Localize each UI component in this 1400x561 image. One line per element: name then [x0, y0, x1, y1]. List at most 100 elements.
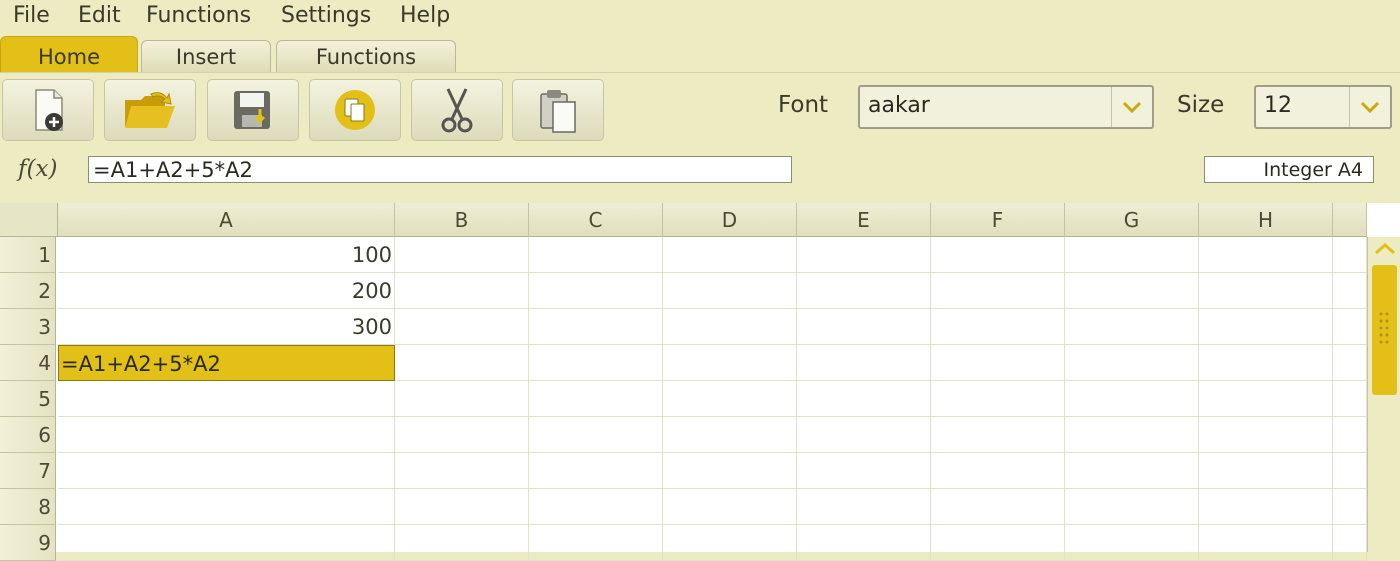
cell-h4[interactable]	[1199, 345, 1333, 381]
cell-g5[interactable]	[1065, 381, 1199, 417]
menu-edit[interactable]: Edit	[78, 2, 121, 30]
cell-c2[interactable]	[529, 273, 663, 309]
cell-c4[interactable]	[529, 345, 663, 381]
cell-a7[interactable]	[58, 453, 395, 489]
save-button[interactable]	[207, 79, 299, 141]
cell-f1[interactable]	[931, 237, 1065, 273]
select-all-corner[interactable]	[0, 203, 58, 237]
chevron-down-icon[interactable]	[1111, 87, 1152, 127]
cell-d5[interactable]	[663, 381, 797, 417]
cell-b8[interactable]	[395, 489, 529, 525]
column-header-g[interactable]: G	[1065, 203, 1199, 237]
scroll-up-icon[interactable]	[1373, 241, 1397, 257]
row-header-6[interactable]: 6	[0, 417, 56, 453]
cell-g8[interactable]	[1065, 489, 1199, 525]
cell-g6[interactable]	[1065, 417, 1199, 453]
cell-d2[interactable]	[663, 273, 797, 309]
column-header-h[interactable]: H	[1199, 203, 1333, 237]
cell-partial[interactable]	[1333, 309, 1367, 345]
column-header-c[interactable]: C	[529, 203, 663, 237]
cell-c7[interactable]	[529, 453, 663, 489]
cell-a4[interactable]: =A1+A2+5*A2	[58, 345, 395, 381]
cell-partial[interactable]	[1333, 345, 1367, 381]
cell-e9[interactable]	[797, 525, 931, 561]
cell-h8[interactable]	[1199, 489, 1333, 525]
cut-button[interactable]	[411, 79, 503, 141]
cell-h1[interactable]	[1199, 237, 1333, 273]
chevron-down-icon[interactable]	[1349, 87, 1390, 127]
cell-f6[interactable]	[931, 417, 1065, 453]
cell-e8[interactable]	[797, 489, 931, 525]
row-header-9[interactable]: 9	[0, 525, 56, 561]
cell-g9[interactable]	[1065, 525, 1199, 561]
cell-e4[interactable]	[797, 345, 931, 381]
menu-functions[interactable]: Functions	[146, 2, 251, 30]
cell-partial[interactable]	[1333, 273, 1367, 309]
cell-f4[interactable]	[931, 345, 1065, 381]
cell-partial[interactable]	[1333, 453, 1367, 489]
cell-b7[interactable]	[395, 453, 529, 489]
cell-g7[interactable]	[1065, 453, 1199, 489]
column-header-f[interactable]: F	[931, 203, 1065, 237]
cell-e5[interactable]	[797, 381, 931, 417]
vertical-scrollbar[interactable]	[1367, 237, 1400, 552]
cell-a6[interactable]	[58, 417, 395, 453]
new-document-button[interactable]	[2, 79, 94, 141]
cell-d1[interactable]	[663, 237, 797, 273]
row-header-3[interactable]: 3	[0, 309, 56, 345]
cell-e2[interactable]	[797, 273, 931, 309]
cell-partial[interactable]	[1333, 489, 1367, 525]
cell-b5[interactable]	[395, 381, 529, 417]
cell-partial[interactable]	[1333, 237, 1367, 273]
cell-b3[interactable]	[395, 309, 529, 345]
menu-help[interactable]: Help	[400, 2, 450, 30]
scrollbar-thumb[interactable]	[1372, 265, 1397, 395]
cell-e3[interactable]	[797, 309, 931, 345]
cell-c5[interactable]	[529, 381, 663, 417]
cell-partial[interactable]	[1333, 381, 1367, 417]
cell-f5[interactable]	[931, 381, 1065, 417]
cell-f7[interactable]	[931, 453, 1065, 489]
formula-input[interactable]: =A1+A2+5*A2	[88, 156, 792, 183]
cell-c6[interactable]	[529, 417, 663, 453]
cell-h6[interactable]	[1199, 417, 1333, 453]
cell-d6[interactable]	[663, 417, 797, 453]
column-header-e[interactable]: E	[797, 203, 931, 237]
font-select[interactable]: aakar	[858, 85, 1154, 129]
cell-c9[interactable]	[529, 525, 663, 561]
cell-a8[interactable]	[58, 489, 395, 525]
cell-c8[interactable]	[529, 489, 663, 525]
cell-g4[interactable]	[1065, 345, 1199, 381]
cell-h7[interactable]	[1199, 453, 1333, 489]
row-header-2[interactable]: 2	[0, 273, 56, 309]
cell-a5[interactable]	[58, 381, 395, 417]
row-header-8[interactable]: 8	[0, 489, 56, 525]
cell-h9[interactable]	[1199, 525, 1333, 561]
cell-d3[interactable]	[663, 309, 797, 345]
tab-insert[interactable]: Insert	[141, 40, 271, 73]
cell-e1[interactable]	[797, 237, 931, 273]
cell-b4[interactable]	[395, 345, 529, 381]
cell-h3[interactable]	[1199, 309, 1333, 345]
cell-partial[interactable]	[1333, 417, 1367, 453]
cell-a2[interactable]: 200	[58, 273, 395, 309]
cell-g2[interactable]	[1065, 273, 1199, 309]
cell-c1[interactable]	[529, 237, 663, 273]
cell-b6[interactable]	[395, 417, 529, 453]
cell-d8[interactable]	[663, 489, 797, 525]
cell-f3[interactable]	[931, 309, 1065, 345]
cell-f2[interactable]	[931, 273, 1065, 309]
row-header-7[interactable]: 7	[0, 453, 56, 489]
column-header-a[interactable]: A	[58, 203, 395, 237]
cell-e7[interactable]	[797, 453, 931, 489]
menu-settings[interactable]: Settings	[281, 2, 371, 30]
cell-a9[interactable]	[58, 525, 395, 561]
column-header-b[interactable]: B	[395, 203, 529, 237]
cell-d7[interactable]	[663, 453, 797, 489]
cell-d4[interactable]	[663, 345, 797, 381]
tab-home[interactable]: Home	[0, 36, 138, 73]
cell-e6[interactable]	[797, 417, 931, 453]
size-select[interactable]: 12	[1254, 85, 1392, 129]
cell-h5[interactable]	[1199, 381, 1333, 417]
cell-b9[interactable]	[395, 525, 529, 561]
